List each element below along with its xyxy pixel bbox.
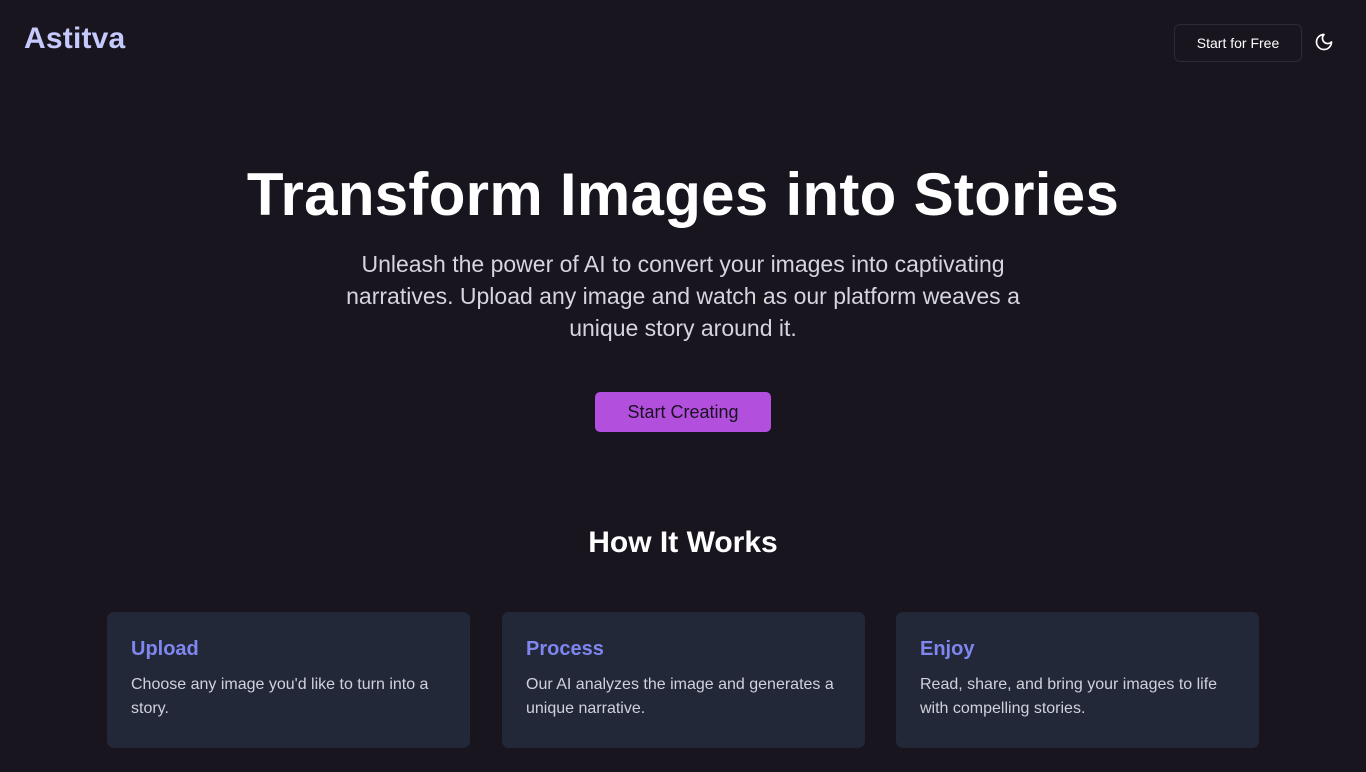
start-for-free-button[interactable]: Start for Free — [1174, 24, 1302, 62]
card-title: Enjoy — [920, 638, 975, 660]
start-creating-button[interactable]: Start Creating — [595, 392, 771, 432]
site-header: Astitva Start for Free — [0, 0, 1366, 84]
how-it-works-title: How It Works — [588, 526, 778, 559]
hero-subtitle: Unleash the power of AI to convert your … — [346, 251, 1020, 341]
card-text: Choose any image you'd like to turn into… — [131, 676, 429, 717]
logo[interactable]: Astitva — [24, 22, 125, 56]
card-title: Process — [526, 638, 604, 660]
card-enjoy: Enjoy Read, share, and bring your images… — [896, 612, 1259, 748]
card-text: Read, share, and bring your images to li… — [920, 676, 1218, 717]
theme-toggle-button[interactable] — [1310, 28, 1338, 56]
card-title: Upload — [131, 638, 199, 660]
card-process: Process Our AI analyzes the image and ge… — [502, 612, 865, 748]
card-upload: Upload Choose any image you'd like to tu… — [107, 612, 470, 748]
card-text: Our AI analyzes the image and generates … — [526, 676, 834, 717]
hero-title: Transform Images into Stories — [246, 161, 1120, 228]
moon-icon — [1315, 33, 1333, 51]
